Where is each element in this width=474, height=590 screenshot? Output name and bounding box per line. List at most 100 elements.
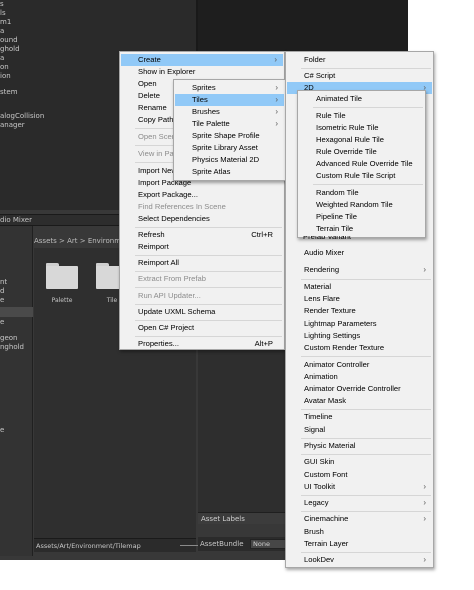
menu-item-random-tile[interactable]: Random Tile	[299, 187, 424, 199]
chevron-right-icon: ›	[423, 265, 426, 274]
menu-item-pipeline-tile[interactable]: Pipeline Tile	[299, 211, 424, 223]
menu-item-physics-material-2d[interactable]: Physics Material 2D	[175, 154, 284, 166]
menu-item-extract-from-prefab[interactable]: Extract From Prefab	[121, 273, 283, 285]
menu-item-label: Brushes	[192, 107, 220, 116]
hierarchy-item[interactable]: ls	[0, 9, 6, 18]
menu-item-properties[interactable]: Properties... Alt+P	[121, 338, 283, 350]
tiles-submenu: Animated Tile Rule Tile Isometric Rule T…	[297, 90, 426, 238]
hierarchy-item[interactable]: m1	[0, 18, 11, 27]
menu-item-run-api-updater[interactable]: Run API Updater...	[121, 290, 283, 302]
menu-item-show-in-explorer[interactable]: Show in Explorer	[121, 66, 283, 78]
menu-item-custom-font[interactable]: Custom Font	[287, 469, 432, 481]
menu-item-label: UI Toolkit	[304, 482, 336, 491]
project-tree-item[interactable]: nt	[0, 278, 7, 287]
menu-item-sprites[interactable]: Sprites ›	[175, 82, 284, 94]
menu-item-brushes[interactable]: Brushes ›	[175, 106, 284, 118]
menu-item-refresh[interactable]: Refresh Ctrl+R	[121, 229, 283, 241]
hierarchy-item[interactable]: anager	[0, 121, 25, 130]
chevron-right-icon: ›	[275, 95, 278, 104]
menu-item-material[interactable]: Material	[287, 281, 432, 293]
footer-path: Assets/Art/Environment/Tilemap	[36, 542, 141, 550]
menu-item-folder[interactable]: Folder	[287, 54, 432, 66]
menu-item-animation[interactable]: Animation	[287, 371, 432, 383]
project-tree-item[interactable]: nghold	[0, 343, 24, 352]
menu-item-custom-render-texture[interactable]: Custom Render Texture	[287, 342, 432, 354]
hierarchy-item[interactable]: a	[0, 27, 4, 36]
menu-separator	[135, 336, 282, 337]
chevron-right-icon: ›	[274, 55, 277, 64]
hierarchy-item[interactable]: ghold	[0, 45, 20, 54]
menu-item-custom-rule-tile-script[interactable]: Custom Rule Tile Script	[299, 170, 424, 182]
menu-separator	[301, 356, 431, 357]
menu-item-signal[interactable]: Signal	[287, 424, 432, 436]
menu-item-terrain-layer[interactable]: Terrain Layer	[287, 538, 432, 550]
menu-item-sprite-library-asset[interactable]: Sprite Library Asset	[175, 142, 284, 154]
menu-item-update-uxml-schema[interactable]: Update UXML Schema	[121, 306, 283, 318]
project-tree-item[interactable]: geon	[0, 334, 17, 343]
menu-item-reimport-all[interactable]: Reimport All	[121, 257, 283, 269]
hierarchy-item[interactable]: on	[0, 63, 9, 72]
menu-item-terrain-tile[interactable]: Terrain Tile	[299, 223, 424, 235]
hierarchy-item[interactable]: a	[0, 54, 4, 63]
menu-separator	[135, 304, 282, 305]
menu-item-timeline[interactable]: Timeline	[287, 411, 432, 423]
asset-bundle-select[interactable]: None	[250, 539, 290, 549]
menu-item-create[interactable]: Create ›	[121, 54, 283, 66]
menu-item-animator-override-controller[interactable]: Animator Override Controller	[287, 383, 432, 395]
menu-item-find-references[interactable]: Find References In Scene	[121, 201, 283, 213]
menu-item-sprite-atlas[interactable]: Sprite Atlas	[175, 166, 284, 178]
menu-item-brush[interactable]: Brush	[287, 526, 432, 538]
menu-item-weighted-random-tile[interactable]: Weighted Random Tile	[299, 199, 424, 211]
menu-item-avatar-mask[interactable]: Avatar Mask	[287, 395, 432, 407]
hierarchy-item[interactable]: stem	[0, 88, 18, 97]
menu-item-csharp-script[interactable]: C# Script	[287, 70, 432, 82]
menu-item-label: Create	[138, 55, 161, 64]
menu-item-select-dependencies[interactable]: Select Dependencies	[121, 213, 283, 225]
menu-separator	[301, 454, 431, 455]
project-tree-item[interactable]: e	[0, 318, 4, 327]
project-folder-tree: nt d e e geon nghold e	[0, 226, 33, 556]
hierarchy-item[interactable]: ion	[0, 72, 11, 81]
menu-item-tiles[interactable]: Tiles ›	[175, 94, 284, 106]
menu-item-audio-mixer[interactable]: Audio Mixer	[287, 247, 432, 259]
project-tree-item[interactable]: d	[0, 287, 4, 296]
menu-item-lighting-settings[interactable]: Lighting Settings	[287, 330, 432, 342]
chevron-right-icon: ›	[275, 107, 278, 116]
menu-item-tile-palette[interactable]: Tile Palette ›	[175, 118, 284, 130]
menu-item-advanced-rule-override-tile[interactable]: Advanced Rule Override Tile	[299, 158, 424, 170]
folder-icon[interactable]	[46, 263, 78, 289]
menu-item-legacy[interactable]: Legacy ›	[287, 497, 432, 509]
shortcut-label: Ctrl+R	[251, 230, 273, 239]
hierarchy-item[interactable]: alogCollision	[0, 112, 44, 121]
menu-item-animated-tile[interactable]: Animated Tile	[299, 93, 424, 105]
menu-item-export-package[interactable]: Export Package...	[121, 189, 283, 201]
menu-item-sprite-shape-profile[interactable]: Sprite Shape Profile	[175, 130, 284, 142]
menu-separator	[135, 255, 282, 256]
menu-item-isometric-rule-tile[interactable]: Isometric Rule Tile	[299, 122, 424, 134]
menu-item-rule-override-tile[interactable]: Rule Override Tile	[299, 146, 424, 158]
menu-item-gui-skin[interactable]: GUI Skin	[287, 456, 432, 468]
menu-item-prefab-variant-partial[interactable]: Prefab Variant	[303, 236, 383, 242]
menu-item-label: Sprites	[192, 83, 216, 92]
project-tree-item[interactable]: e	[0, 426, 4, 435]
menu-item-label: Legacy	[304, 498, 329, 507]
hierarchy-item[interactable]: ound	[0, 36, 18, 45]
menu-item-cinemachine[interactable]: Cinemachine ›	[287, 513, 432, 525]
menu-item-lens-flare[interactable]: Lens Flare	[287, 293, 432, 305]
menu-item-physic-material[interactable]: Physic Material	[287, 440, 432, 452]
menu-separator	[313, 184, 423, 185]
menu-item-lightmap-parameters[interactable]: Lightmap Parameters	[287, 318, 432, 330]
menu-item-rendering[interactable]: Rendering ›	[287, 264, 432, 276]
menu-item-render-texture[interactable]: Render Texture	[287, 305, 432, 317]
hierarchy-item[interactable]: s	[0, 0, 4, 9]
menu-item-reimport[interactable]: Reimport	[121, 241, 283, 253]
menu-separator	[301, 68, 431, 69]
breadcrumb[interactable]: Assets > Art > Environment >	[34, 237, 141, 248]
menu-item-hexagonal-rule-tile[interactable]: Hexagonal Rule Tile	[299, 134, 424, 146]
menu-item-animator-controller[interactable]: Animator Controller	[287, 359, 432, 371]
project-tree-item[interactable]: e	[0, 296, 4, 305]
menu-item-lookdev[interactable]: LookDev ›	[287, 554, 432, 566]
menu-item-rule-tile[interactable]: Rule Tile	[299, 110, 424, 122]
menu-item-open-csharp-project[interactable]: Open C# Project	[121, 322, 283, 334]
menu-item-ui-toolkit[interactable]: UI Toolkit ›	[287, 481, 432, 493]
